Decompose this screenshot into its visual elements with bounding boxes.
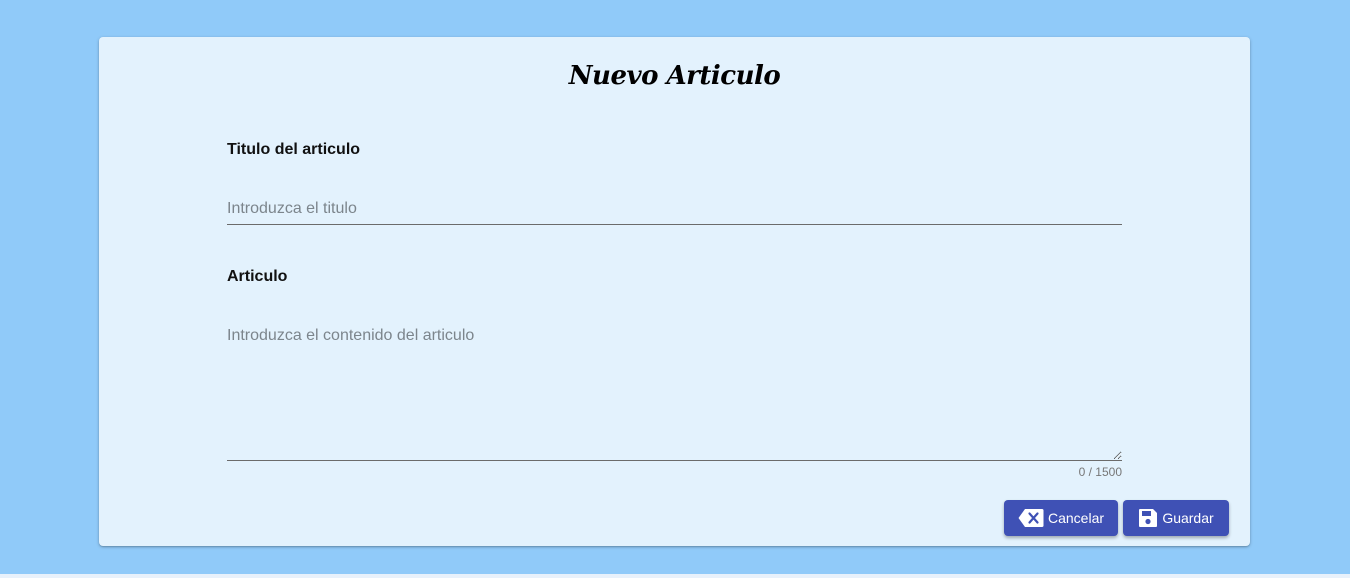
cancel-button[interactable]: Cancelar [1004, 500, 1118, 536]
title-label: Titulo del articulo [227, 141, 361, 158]
title-input[interactable] [227, 195, 1122, 225]
page-title: Nuevo Articulo [568, 61, 781, 91]
backspace-icon [1018, 508, 1044, 528]
page-footer-strip [0, 574, 1350, 578]
char-counter: 0 / 1500 [1078, 465, 1122, 479]
new-article-card: Nuevo Articulo Titulo del articulo Artic… [99, 37, 1250, 546]
save-button-label: Guardar [1162, 510, 1214, 526]
save-button[interactable]: Guardar [1123, 500, 1229, 536]
article-textarea[interactable] [227, 323, 1122, 461]
save-icon [1138, 508, 1158, 528]
article-label: Articulo [227, 268, 288, 285]
cancel-button-label: Cancelar [1047, 510, 1105, 526]
